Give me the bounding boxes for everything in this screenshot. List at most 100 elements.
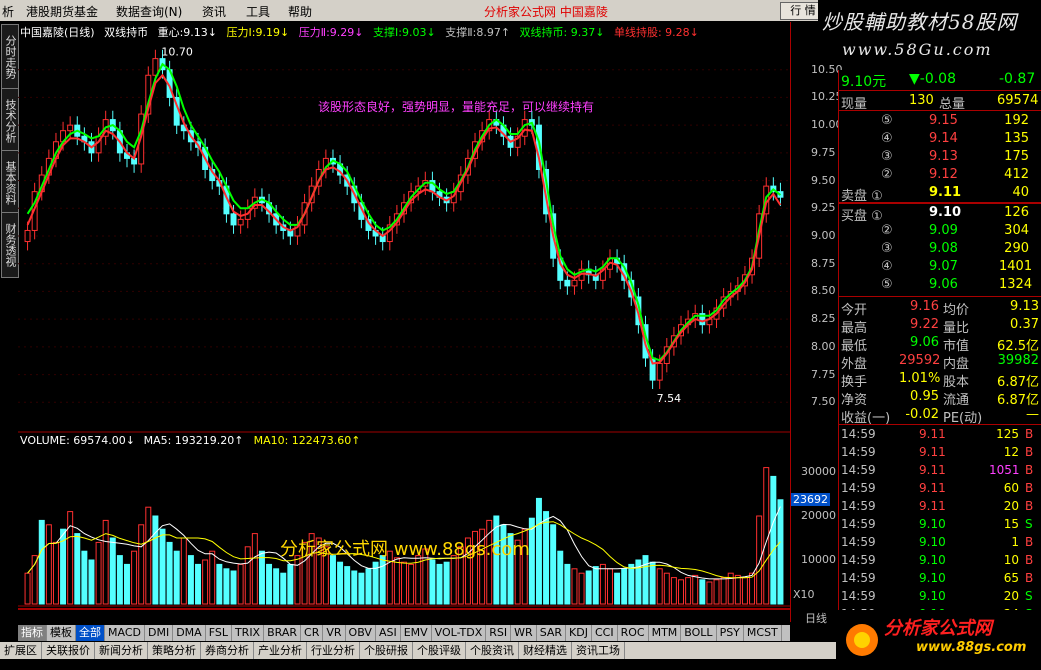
indicator-tab[interactable]: SAR [537,625,567,641]
indicator-tab[interactable]: VOL-TDX [432,625,487,641]
ask-level: ② [881,167,893,182]
indicator-tab[interactable]: DMA [173,625,206,641]
stat-value: 29592 [899,353,941,368]
indicator-tab[interactable]: EMV [401,625,432,641]
indicator-tab[interactable]: 全部 [76,625,105,641]
indicator-tab[interactable]: PSY [717,625,744,641]
bottom-nav-item[interactable]: 券商分析 [201,642,254,659]
volume-bar [88,559,95,605]
legend-resistance-1: 压力Ⅰ:9.19↓ [226,26,290,39]
tab-fundamentals[interactable]: 基本资料 [1,150,19,216]
ask-volume: 192 [1004,113,1029,128]
volume-bar [663,572,670,605]
volume-bar [450,555,457,605]
menu-item[interactable]: 资讯 [202,3,226,20]
indicator-tab[interactable]: MTM [649,625,682,641]
volume-bar [713,579,720,605]
ask-level: ④ [881,131,893,146]
indicator-tab[interactable]: VR [323,625,346,641]
bottom-nav-item[interactable]: 策略分析 [148,642,201,659]
tick-price: 9.11 [919,445,946,459]
volume-bar [393,557,400,605]
tick-time: 14:59 [841,589,876,603]
tick-volume: 125 [996,427,1019,441]
price-tick-label: 8.75 [811,256,836,270]
volume-bar [24,572,31,605]
tick-volume: 20 [1003,589,1019,603]
menu-item[interactable]: 数据查询(N) [116,3,182,20]
menu-item[interactable]: 析 [2,3,14,20]
tick-price: 9.10 [919,517,946,531]
stats-row: 今开 9.16 均价 9.13 [839,298,1041,318]
tick-side: B [1025,427,1034,441]
indicator-tab[interactable]: DMI [145,625,174,641]
volume-bar [699,579,706,605]
indicator-tab[interactable]: MCST [744,625,782,641]
indicator-tab[interactable]: RSI [486,625,512,641]
tab-technical[interactable]: 技术分析 [1,88,19,154]
indicator-tab[interactable]: MACD [105,625,145,641]
indicator-tab[interactable]: CR [301,625,324,641]
stat-value: 0.37 [1010,317,1039,332]
volume-bar [195,563,202,605]
indicator-tab[interactable]: OBV [346,625,376,641]
brand-banner-bottom: 分析家公式网 www.88gs.com [836,610,1041,670]
tick-volume: 12 [1003,445,1019,459]
bottom-nav-item[interactable]: 关联报价 [42,642,95,659]
tick-price: 9.11 [919,499,946,513]
bottom-nav-item[interactable]: 财经精选 [519,642,572,659]
volume-bar [614,572,621,605]
bid-row: 买盘 ① 9.10 126 [839,204,1041,224]
brand-title: 炒股輔助教材58股网 [822,10,1018,34]
stat-value: — [1026,407,1039,422]
candle-body [152,58,159,76]
volume-bar [102,519,109,605]
tick-time: 14:59 [841,445,876,459]
indicator-tab[interactable]: FSL [206,625,232,641]
tab-intraday[interactable]: 分时走势 [1,24,19,90]
price-tick-label: 9.00 [811,229,836,242]
indicator-tab[interactable]: 指标 [18,625,47,641]
volume-bar [109,537,116,605]
tick-volume: 1051 [989,463,1020,477]
bottom-nav-item[interactable]: 扩展区 [0,642,42,659]
indicator-tab[interactable]: 模板 [47,625,76,641]
bottom-nav-item[interactable]: 行业分析 [307,642,360,659]
volume-bar [81,550,88,605]
menu-item[interactable]: 帮助 [288,3,312,20]
tick-volume: 1 [1011,535,1019,549]
indicator-tab[interactable]: TRIX [232,625,265,641]
bottom-nav-item[interactable]: 产业分析 [254,642,307,659]
tab-financials[interactable]: 财务透视 [1,212,19,278]
bottom-nav-item[interactable]: 个股研报 [360,642,413,659]
menu-item[interactable]: 工具 [246,3,270,20]
volume-bar [734,574,741,605]
volume-bar [223,568,230,605]
bottom-nav-item[interactable]: 资讯工场 [572,642,625,659]
indicator-tab[interactable]: ASI [376,625,401,641]
candle-body [656,362,663,381]
menu-item[interactable]: 港股期货基金 [26,3,98,20]
indicator-tab[interactable]: WR [511,625,537,641]
indicator-tab[interactable]: CCI [592,625,618,641]
bottom-nav-item[interactable]: 新闻分析 [95,642,148,659]
tick-side: B [1025,445,1034,459]
indicator-tab[interactable]: BOLL [681,625,717,641]
legend-center: 重心:9.13↓ [157,26,218,39]
indicator-tab[interactable]: BRAR [264,625,302,641]
tick-time: 14:59 [841,481,876,495]
stat-value: -0.02 [905,407,939,422]
ask-price: 9.11 [929,185,962,200]
indicator-tab[interactable]: KDJ [566,625,592,641]
tick-volume: 65 [1003,571,1019,585]
ask-price: 9.15 [929,113,958,128]
indicator-tab[interactable]: ROC [618,625,649,641]
volume-bar [550,524,557,605]
stat-value: 9.16 [910,299,939,314]
bottom-nav-item[interactable]: 个股资讯 [466,642,519,659]
tick-price: 9.11 [919,463,946,477]
high-marker: 10.70 [161,46,193,59]
volume-bar [543,511,550,605]
bottom-nav-item[interactable]: 个股评级 [413,642,466,659]
ask-price: 9.14 [929,131,958,146]
